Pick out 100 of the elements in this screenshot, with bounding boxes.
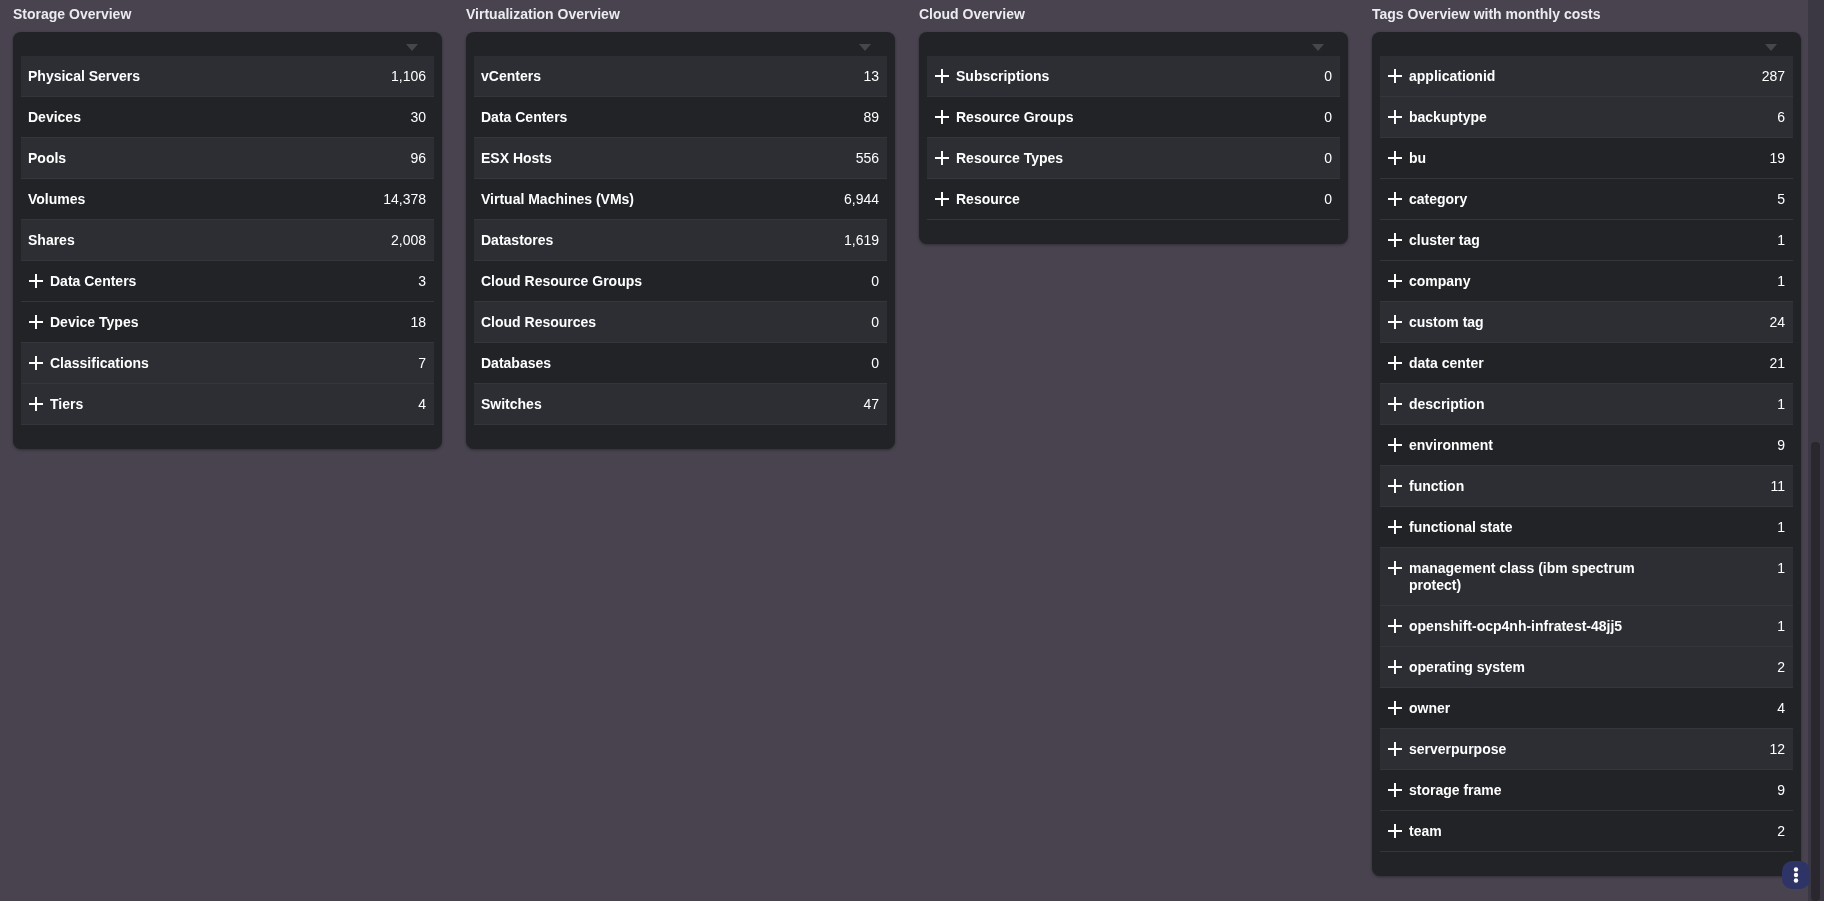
plus-icon[interactable] — [1388, 660, 1402, 674]
plus-icon[interactable] — [935, 192, 949, 206]
table-row[interactable]: vCenters 13 — [474, 56, 887, 97]
row-label: function — [1409, 478, 1465, 495]
plus-icon[interactable] — [1388, 701, 1402, 715]
table-row[interactable]: Shares 2,008 — [21, 220, 434, 261]
scrollbar-track[interactable] — [1808, 0, 1824, 901]
plus-icon[interactable] — [1388, 110, 1402, 124]
panel-title: Cloud Overview — [919, 6, 1026, 23]
table-row[interactable]: Tiers 4 — [21, 384, 434, 425]
table-row[interactable]: custom tag 24 — [1380, 302, 1793, 343]
table-row[interactable]: operating system 2 — [1380, 647, 1793, 688]
table-row[interactable]: applicationid 287 — [1380, 56, 1793, 97]
row-label: team — [1409, 823, 1442, 840]
row-count: 0 — [1323, 109, 1332, 126]
row-count: 11 — [1769, 478, 1785, 495]
table-row[interactable]: Classifications 7 — [21, 343, 434, 384]
row-label: data center — [1409, 355, 1484, 372]
row-label: Data Centers — [50, 273, 137, 290]
scrollbar-thumb[interactable] — [1811, 442, 1820, 901]
row-label: bu — [1409, 150, 1427, 167]
table-row[interactable]: Datastores 1,619 — [474, 220, 887, 261]
table-row[interactable]: Cloud Resources 0 — [474, 302, 887, 343]
plus-icon[interactable] — [1388, 561, 1402, 575]
plus-icon[interactable] — [1388, 356, 1402, 370]
row-count: 0 — [1323, 150, 1332, 167]
row-count: 287 — [1760, 68, 1785, 85]
plus-icon[interactable] — [1388, 783, 1402, 797]
row-label: Shares — [28, 232, 75, 249]
plus-icon[interactable] — [29, 397, 43, 411]
table-row[interactable]: description 1 — [1380, 384, 1793, 425]
table-row[interactable]: Pools 96 — [21, 138, 434, 179]
row-count: 18 — [409, 314, 426, 331]
row-count: 6 — [1776, 109, 1785, 126]
plus-icon[interactable] — [1388, 438, 1402, 452]
row-count: 19 — [1768, 150, 1785, 167]
row-count: 2 — [1776, 659, 1785, 676]
row-count: 0 — [1323, 68, 1332, 85]
row-count: 556 — [854, 150, 879, 167]
plus-icon[interactable] — [1388, 742, 1402, 756]
row-label: Switches — [481, 396, 542, 413]
row-count: 96 — [409, 150, 426, 167]
plus-icon[interactable] — [1388, 619, 1402, 633]
plus-icon[interactable] — [1388, 192, 1402, 206]
plus-icon[interactable] — [1388, 274, 1402, 288]
plus-icon[interactable] — [1388, 397, 1402, 411]
plus-icon[interactable] — [1388, 233, 1402, 247]
row-label: Resource Types — [956, 150, 1064, 167]
plus-icon[interactable] — [1388, 315, 1402, 329]
row-count: 7 — [417, 355, 426, 372]
row-count: 6,944 — [842, 191, 879, 208]
row-label: serverpurpose — [1409, 741, 1507, 758]
plus-icon[interactable] — [1388, 520, 1402, 534]
table-row[interactable]: serverpurpose 12 — [1380, 729, 1793, 770]
table-row[interactable]: management class (ibm spectrum protect) 1 — [1380, 548, 1793, 606]
row-label: Cloud Resource Groups — [481, 273, 643, 290]
row-label: openshift-ocp4nh-infratest-48jj5 — [1409, 618, 1623, 635]
row-count: 1 — [1776, 560, 1785, 577]
panel-title: Tags Overview with monthly costs — [1372, 6, 1602, 23]
row-label: operating system — [1409, 659, 1525, 676]
table-row[interactable]: function 11 — [1380, 466, 1793, 507]
row-label: Physical Servers — [28, 68, 141, 85]
row-label: Device Types — [50, 314, 139, 331]
row-count: 4 — [1776, 700, 1785, 717]
row-count: 1 — [1776, 273, 1785, 290]
table-row[interactable]: backuptype 6 — [1380, 97, 1793, 138]
row-label: Classifications — [50, 355, 149, 372]
row-count: 4 — [417, 396, 426, 413]
plus-icon[interactable] — [1388, 69, 1402, 83]
more-options-button[interactable] — [1782, 861, 1810, 889]
plus-icon[interactable] — [29, 274, 43, 288]
table-row[interactable]: openshift-ocp4nh-infratest-48jj5 1 — [1380, 606, 1793, 647]
row-label: Resource — [956, 191, 1020, 208]
plus-icon[interactable] — [935, 151, 949, 165]
table-row[interactable]: Switches 47 — [474, 384, 887, 425]
row-count: 3 — [417, 273, 426, 290]
row-label: category — [1409, 191, 1468, 208]
plus-icon[interactable] — [29, 315, 43, 329]
row-count: 1,106 — [389, 68, 426, 85]
plus-icon[interactable] — [1388, 151, 1402, 165]
table-row[interactable]: Resource Types 0 — [927, 138, 1340, 179]
row-count: 21 — [1768, 355, 1785, 372]
row-count: 1 — [1776, 618, 1785, 635]
plus-icon[interactable] — [29, 356, 43, 370]
row-count: 0 — [1323, 191, 1332, 208]
plus-icon[interactable] — [1388, 824, 1402, 838]
row-label: Devices — [28, 109, 81, 126]
plus-icon[interactable] — [1388, 479, 1402, 493]
row-count: 30 — [409, 109, 426, 126]
panel-title: Virtualization Overview — [466, 6, 621, 23]
row-label: Subscriptions — [956, 68, 1050, 85]
plus-icon[interactable] — [935, 69, 949, 83]
row-label: Databases — [481, 355, 552, 372]
plus-icon[interactable] — [935, 110, 949, 124]
table-row[interactable]: ESX Hosts 556 — [474, 138, 887, 179]
row-label: Volumes — [28, 191, 86, 208]
table-row[interactable]: Physical Servers 1,106 — [21, 56, 434, 97]
table-row[interactable]: Subscriptions 0 — [927, 56, 1340, 97]
row-count: 12 — [1768, 741, 1785, 758]
row-label: Cloud Resources — [481, 314, 597, 331]
